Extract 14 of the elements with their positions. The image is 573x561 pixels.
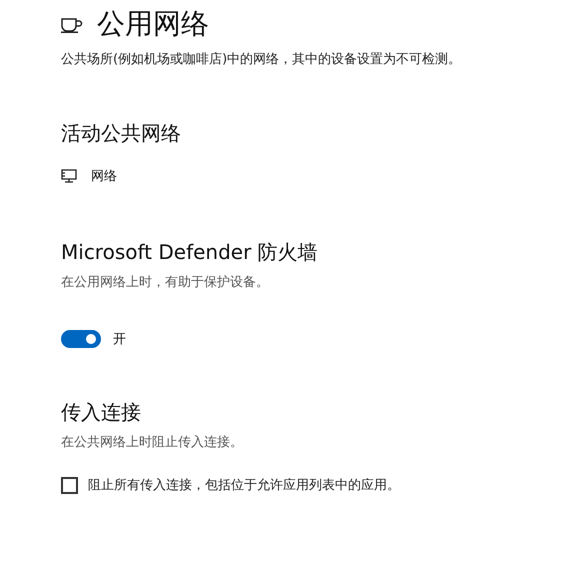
coffee-cup-icon [61, 17, 83, 33]
network-name[interactable]: 网络 [91, 167, 117, 185]
toggle-label: 开 [113, 331, 126, 348]
section-description: 在公共网络上时阻止传入连接。 [61, 434, 244, 452]
section-heading: 传入连接 [61, 399, 142, 426]
computer-icon [61, 169, 77, 183]
page-description: 公共场所(例如机场或咖啡店)中的网络，其中的设备设置为不可检测。 [61, 51, 462, 69]
toggle-switch[interactable] [61, 330, 101, 348]
checkbox[interactable] [61, 476, 78, 494]
page-title: 公用网络 [97, 6, 209, 42]
section-heading: 活动公共网络 [61, 120, 182, 147]
checkbox-label: 阻止所有传入连接，包括位于允许应用列表中的应用。 [88, 477, 400, 494]
section-description: 在公用网络上时，有助于保护设备。 [61, 274, 270, 292]
section-heading: Microsoft Defender 防火墙 [61, 239, 319, 266]
